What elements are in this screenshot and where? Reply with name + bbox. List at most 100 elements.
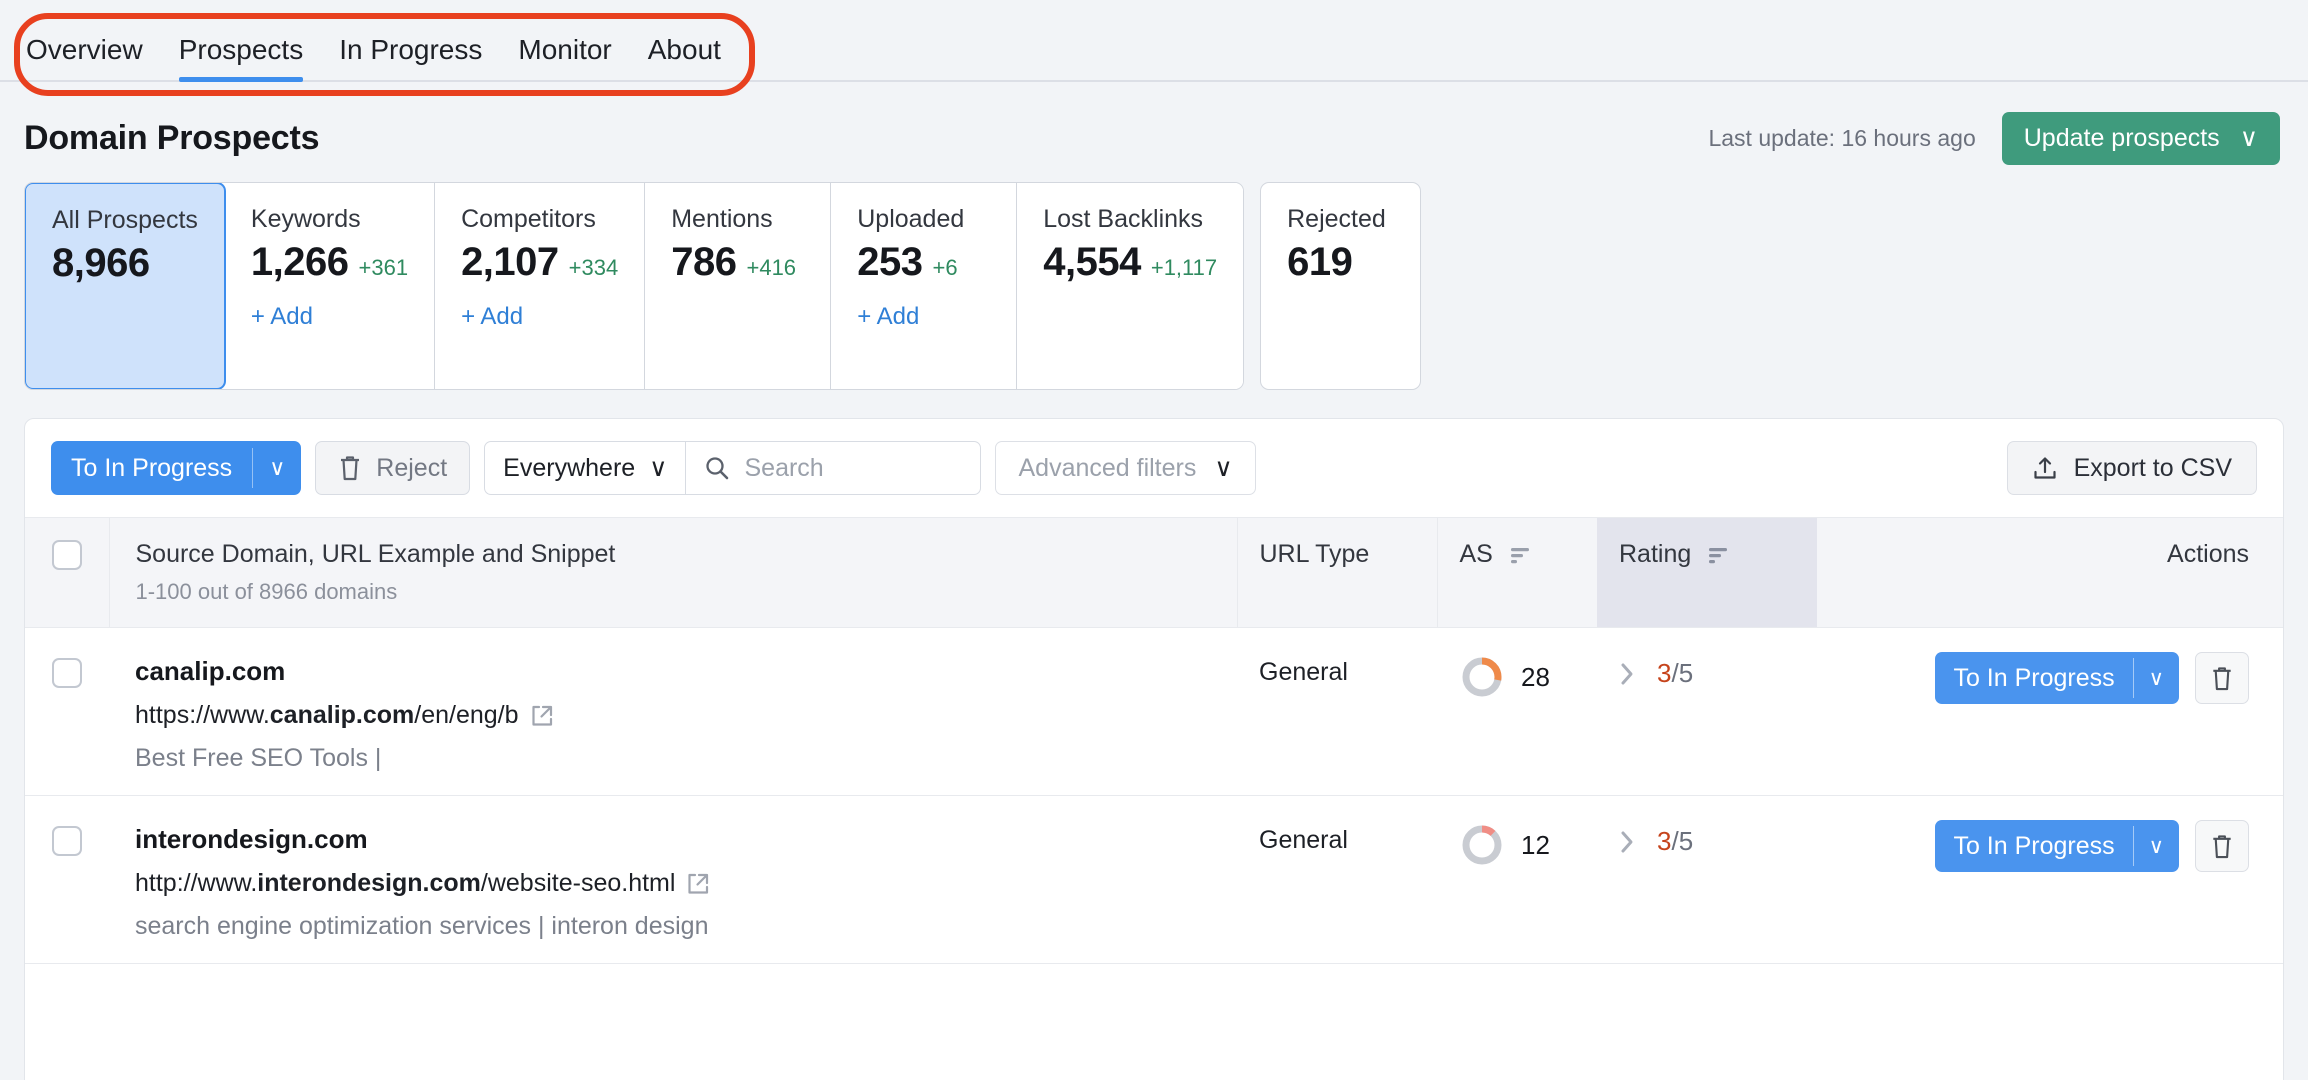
row-delete-button[interactable] bbox=[2195, 652, 2249, 704]
sort-icon[interactable] bbox=[1708, 545, 1730, 565]
row-to-in-progress-label: To In Progress bbox=[1935, 652, 2132, 704]
page-title: Domain Prospects bbox=[24, 119, 319, 158]
stat-label: Keywords bbox=[251, 205, 408, 234]
column-header-as-label: AS bbox=[1460, 540, 1493, 568]
chevron-down-icon[interactable]: ∨ bbox=[2134, 652, 2179, 704]
rating[interactable]: 3/5 bbox=[1619, 826, 1817, 857]
rating[interactable]: 3/5 bbox=[1619, 658, 1817, 689]
stat-card-competitors[interactable]: Competitors 2,107 +334 + Add bbox=[435, 183, 645, 389]
external-link-icon[interactable] bbox=[529, 703, 555, 729]
stat-card-lost-backlinks[interactable]: Lost Backlinks 4,554 +1,117 bbox=[1017, 183, 1243, 389]
rating-value: 3 bbox=[1657, 826, 1671, 856]
row-checkbox[interactable] bbox=[52, 826, 82, 856]
external-link-icon[interactable] bbox=[685, 871, 711, 897]
as-donut-icon bbox=[1459, 654, 1505, 700]
url-example[interactable]: https://www.canalip.com/en/eng/b bbox=[135, 701, 1211, 730]
stat-card-all-prospects[interactable]: All Prospects 8,966 bbox=[24, 182, 226, 390]
column-header-rating-label: Rating bbox=[1619, 540, 1691, 568]
column-header-actions: Actions bbox=[1817, 518, 2283, 628]
reject-bulk-button[interactable]: Reject bbox=[315, 441, 470, 495]
trash-icon bbox=[338, 454, 362, 482]
tab-monitor[interactable]: Monitor bbox=[500, 36, 629, 80]
select-all-checkbox[interactable] bbox=[52, 540, 82, 570]
stats-row: All Prospects 8,966 Keywords 1,266 +361 … bbox=[0, 168, 2308, 390]
rating-max: /5 bbox=[1671, 658, 1693, 688]
stat-card-mentions[interactable]: Mentions 786 +416 bbox=[645, 183, 831, 389]
row-select-cell bbox=[25, 628, 109, 796]
to-in-progress-bulk-button[interactable]: To In Progress ∨ bbox=[51, 441, 301, 495]
stat-value: 8,966 bbox=[52, 241, 150, 286]
search-container[interactable] bbox=[686, 442, 980, 494]
row-rating-cell: 3/5 bbox=[1597, 796, 1817, 964]
row-checkbox[interactable] bbox=[52, 658, 82, 688]
sort-icon[interactable] bbox=[1510, 545, 1532, 565]
stat-label: All Prospects bbox=[52, 206, 198, 235]
stat-value-row: 4,554 +1,117 bbox=[1043, 240, 1217, 285]
chevron-right-icon[interactable] bbox=[1619, 661, 1637, 687]
column-header-as[interactable]: AS bbox=[1437, 518, 1597, 628]
tab-prospects[interactable]: Prospects bbox=[161, 36, 322, 80]
row-actions: To In Progress ∨ bbox=[1817, 652, 2249, 704]
row-delete-button[interactable] bbox=[2195, 820, 2249, 872]
row-actions: To In Progress ∨ bbox=[1817, 820, 2249, 872]
snippet: search engine optimization services | in… bbox=[135, 912, 1211, 941]
export-to-csv-button[interactable]: Export to CSV bbox=[2007, 441, 2257, 495]
tab-in-progress[interactable]: In Progress bbox=[321, 36, 500, 80]
search-input[interactable] bbox=[744, 454, 962, 483]
stat-delta: +6 bbox=[932, 255, 957, 281]
as-value: 12 bbox=[1521, 830, 1550, 861]
column-header-domain: Source Domain, URL Example and Snippet 1… bbox=[109, 518, 1237, 628]
url-prefix: https://www. bbox=[135, 701, 270, 729]
advanced-filters-dropdown[interactable]: Advanced filters ∨ bbox=[995, 441, 1255, 495]
stat-card-rejected[interactable]: Rejected 619 bbox=[1260, 182, 1421, 390]
tab-list: Overview Prospects In Progress Monitor A… bbox=[26, 36, 739, 80]
stat-delta: +416 bbox=[746, 255, 796, 281]
scope-value: Everywhere bbox=[503, 454, 635, 483]
select-all-header bbox=[25, 518, 109, 628]
stat-value: 4,554 bbox=[1043, 240, 1141, 285]
upload-icon bbox=[2032, 455, 2058, 481]
table-header-row: Source Domain, URL Example and Snippet 1… bbox=[25, 518, 2283, 628]
stat-add-link[interactable]: + Add bbox=[857, 303, 990, 331]
stat-value: 253 bbox=[857, 240, 922, 285]
scope-dropdown[interactable]: Everywhere ∨ bbox=[485, 442, 686, 494]
as-score: 12 bbox=[1459, 822, 1597, 868]
row-to-in-progress-button[interactable]: To In Progress ∨ bbox=[1935, 820, 2179, 872]
table-head: Source Domain, URL Example and Snippet 1… bbox=[25, 518, 2283, 628]
stat-delta: +334 bbox=[569, 255, 619, 281]
tab-prospects-label: Prospects bbox=[179, 34, 304, 65]
tab-about[interactable]: About bbox=[630, 36, 739, 80]
chevron-down-icon[interactable]: ∨ bbox=[253, 441, 301, 495]
stat-value: 2,107 bbox=[461, 240, 559, 285]
stat-add-link[interactable]: + Add bbox=[251, 303, 408, 331]
chevron-right-icon[interactable] bbox=[1619, 829, 1637, 855]
reject-bulk-label: Reject bbox=[376, 454, 447, 483]
stat-add-link[interactable]: + Add bbox=[461, 303, 618, 331]
row-rating-cell: 3/5 bbox=[1597, 628, 1817, 796]
column-header-domain-label: Source Domain, URL Example and Snippet bbox=[136, 540, 1237, 569]
as-donut-icon bbox=[1459, 822, 1505, 868]
stat-card-uploaded[interactable]: Uploaded 253 +6 + Add bbox=[831, 183, 1017, 389]
last-update-text: Last update: 16 hours ago bbox=[1708, 125, 1975, 152]
url-path: /website-seo.html bbox=[481, 869, 676, 897]
source-domain[interactable]: canalip.com bbox=[135, 656, 1211, 687]
pagination-summary: 1-100 out of 8966 domains bbox=[136, 579, 1237, 605]
as-value: 28 bbox=[1521, 662, 1550, 693]
chevron-down-icon[interactable]: ∨ bbox=[2134, 820, 2179, 872]
stat-delta: +1,117 bbox=[1151, 255, 1217, 281]
stat-value: 1,266 bbox=[251, 240, 349, 285]
row-url-type: General bbox=[1237, 628, 1437, 796]
prospects-panel: To In Progress ∨ Reject Everywhere ∨ bbox=[24, 418, 2284, 1080]
row-to-in-progress-button[interactable]: To In Progress ∨ bbox=[1935, 652, 2179, 704]
column-header-rating[interactable]: Rating bbox=[1597, 518, 1817, 628]
source-domain[interactable]: interondesign.com bbox=[135, 824, 1211, 855]
column-header-actions-label: Actions bbox=[2167, 540, 2249, 568]
tab-overview[interactable]: Overview bbox=[26, 36, 161, 80]
prospects-table: Source Domain, URL Example and Snippet 1… bbox=[25, 517, 2283, 964]
update-prospects-button[interactable]: Update prospects ∨ bbox=[2002, 112, 2280, 165]
stat-card-keywords[interactable]: Keywords 1,266 +361 + Add bbox=[225, 183, 435, 389]
row-domain-cell: interondesign.com http://www.interondesi… bbox=[109, 796, 1237, 964]
url-example[interactable]: http://www.interondesign.com/website-seo… bbox=[135, 869, 1211, 898]
search-icon bbox=[704, 455, 730, 481]
page-header-actions: Last update: 16 hours ago Update prospec… bbox=[1708, 112, 2280, 165]
